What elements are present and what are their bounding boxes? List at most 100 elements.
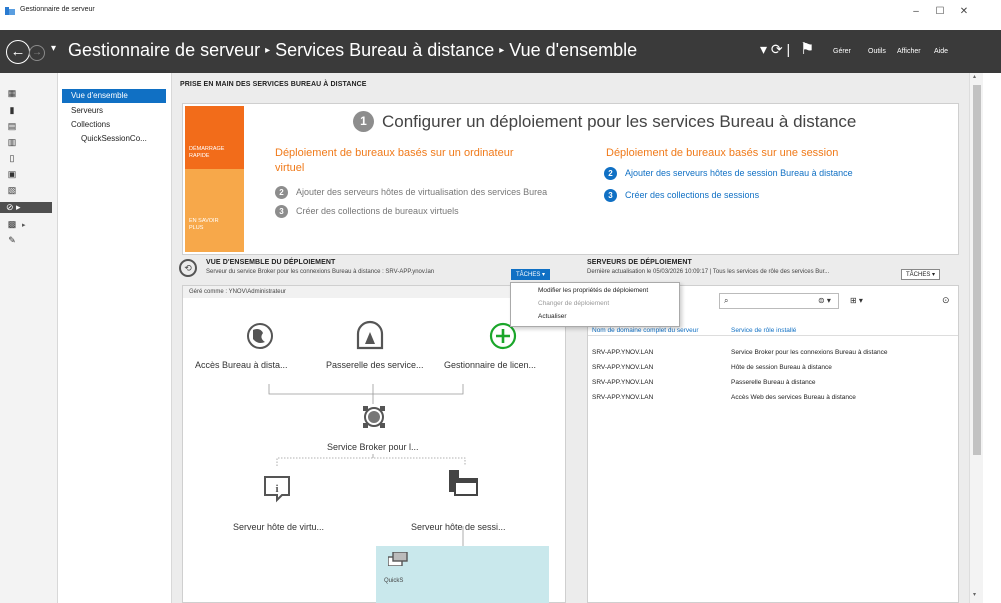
notifications-flag-icon[interactable]: ⚑	[800, 39, 814, 59]
session-host-icon[interactable]	[449, 470, 478, 496]
licensing-add-icon[interactable]	[489, 322, 517, 350]
nav-item-servers[interactable]: Serveurs	[62, 104, 166, 118]
left-icon-rail: ▦ ▮ ▤ ▥ ▯ ▣ ▧ ⊘ ▸ ▩ ▸ ✎	[0, 73, 58, 603]
iis-icon[interactable]: ▧	[6, 185, 18, 196]
all-servers-icon[interactable]: ▤	[6, 121, 18, 132]
table-row-4-role[interactable]: Accès Web des services Bureau à distance	[731, 394, 856, 401]
deployment-overview-icon: ⟲	[179, 259, 197, 277]
collection-tile[interactable]: QuickS	[376, 546, 549, 603]
learn-more-label-1: EN SAVOIR	[189, 218, 219, 224]
local-server-icon[interactable]: ▮	[6, 105, 18, 116]
ad-ds-icon[interactable]: ▥	[6, 137, 18, 148]
scroll-up-icon[interactable]: ▴	[973, 73, 976, 80]
server-manager-app-icon	[5, 7, 15, 15]
connection-broker-icon[interactable]	[363, 406, 385, 428]
virtualization-host-icon[interactable]: i	[264, 476, 290, 503]
breadcrumb-item-server-manager[interactable]: Gestionnaire de serveur	[68, 40, 260, 60]
search-icon: ⌕	[724, 296, 729, 305]
tasks-label: TÂCHES	[906, 272, 931, 278]
gateway-icon[interactable]	[356, 320, 384, 350]
session-step-add-hosts[interactable]: 2 Ajouter des serveurs hôtes de session B…	[604, 167, 853, 180]
menu-item-change-deployment: Changer de déploiement	[538, 300, 610, 307]
rds-navigation: Vue d'ensemble Serveurs Collections Quic…	[58, 73, 172, 603]
back-button[interactable]: ←	[6, 40, 30, 64]
table-row-2-server[interactable]: SRV-APP.YNOV.LAN	[592, 364, 653, 371]
deployment-tasks-button[interactable]: TÂCHES ▾	[511, 269, 551, 280]
menu-item-edit-deployment-properties[interactable]: Modifier les propriétés de déploiement	[538, 287, 648, 294]
session-step-create-collections-text: Créer des collections de sessions	[625, 190, 760, 200]
window-title: Gestionnaire de serveur	[20, 6, 95, 13]
nav-item-quicksession-collection[interactable]: QuickSessionCo...	[62, 132, 166, 146]
main-content: PRISE EN MAIN DES SERVICES BUREAU À DIST…	[172, 73, 969, 603]
step-number-badge: 3	[604, 189, 617, 202]
menu-view[interactable]: Afficher	[897, 48, 921, 55]
column-header-role-service[interactable]: Service de rôle installé	[731, 327, 796, 334]
learn-more-tile[interactable]: EN SAVOIR PLUS	[185, 169, 244, 252]
quickstart-headline: 1 Configurer un déploiement pour les serv…	[353, 111, 856, 132]
quickstart-panel: DÉMARRAGE RAPIDE EN SAVOIR PLUS 1 Configu…	[182, 103, 959, 255]
scrollbar-thumb[interactable]	[973, 85, 981, 455]
vdi-deployment-title[interactable]: Déploiement de bureaux basés sur un ordi…	[275, 146, 513, 176]
step-number-badge: 3	[275, 205, 288, 218]
table-row-2-role[interactable]: Hôte de session Bureau à distance	[731, 364, 832, 371]
minimize-button[interactable]: –	[906, 4, 926, 20]
forward-button[interactable]: →	[29, 45, 45, 61]
window-title-bar: Gestionnaire de serveur – ☐ ✕	[0, 0, 1001, 30]
table-row-3-server[interactable]: SRV-APP.YNOV.LAN	[592, 379, 653, 386]
step-number-badge: 2	[604, 167, 617, 180]
breadcrumb-separator-icon: ▸	[499, 45, 505, 56]
save-query-dropdown-icon[interactable]: ⊞ ▾	[850, 296, 863, 305]
tasks-dropdown-menu: Modifier les propriétés de déploiement C…	[510, 282, 680, 327]
menu-item-refresh[interactable]: Actualiser	[538, 313, 567, 320]
breadcrumb-separator-icon: ▸	[265, 45, 271, 56]
vertical-scrollbar[interactable]: ▴ ▾	[969, 73, 983, 603]
web-access-icon[interactable]	[247, 323, 273, 349]
expand-arrow-icon[interactable]: ▸	[22, 221, 26, 229]
nav-item-collections[interactable]: Collections	[62, 118, 166, 132]
node-label-virtualization-host[interactable]: Serveur hôte de virtu...	[233, 522, 324, 532]
vdi-title-line-2: virtuel	[275, 162, 305, 174]
column-header-server-fqdn[interactable]: Nom de domaine complet du serveur	[592, 327, 699, 334]
vdi-step-create-collections-text: Créer des collections de bureaux virtuel…	[296, 206, 459, 216]
table-row-1-server[interactable]: SRV-APP.YNOV.LAN	[592, 349, 653, 356]
dns-icon[interactable]: ▯	[6, 153, 18, 164]
node-label-session-host[interactable]: Serveur hôte de sessi...	[411, 522, 506, 532]
menu-tools[interactable]: Outils	[868, 48, 886, 55]
expand-circle-icon[interactable]: ⊙	[942, 295, 950, 306]
refresh-icon[interactable]: ▾ ⟳ |	[760, 41, 790, 58]
nav-item-overview[interactable]: Vue d'ensemble	[62, 89, 166, 103]
breadcrumb-item-rds[interactable]: Services Bureau à distance	[275, 40, 494, 60]
rds-icon[interactable]: ⊘ ▸	[0, 202, 52, 213]
chevron-down-icon: ▾	[542, 272, 546, 278]
deployment-overview-subtitle: Serveur du service Broker pour les conne…	[206, 269, 435, 275]
node-label-web-access[interactable]: Accès Bureau à dista...	[195, 360, 288, 370]
file-services-icon[interactable]: ▣	[6, 169, 18, 180]
table-row-3-role[interactable]: Passerelle Bureau à distance	[731, 379, 816, 386]
servers-tasks-button[interactable]: TÂCHES ▾	[901, 269, 941, 280]
quickstart-tile[interactable]: DÉMARRAGE RAPIDE	[185, 106, 244, 169]
step-number-badge: 2	[275, 186, 288, 199]
maximize-button[interactable]: ☐	[930, 4, 950, 20]
scroll-down-icon[interactable]: ▾	[973, 591, 976, 598]
collection-icon	[388, 552, 408, 566]
tools-icon[interactable]: ✎	[6, 235, 18, 246]
node-label-gateway[interactable]: Passerelle des service...	[326, 360, 424, 370]
learn-more-label-2: PLUS	[189, 225, 204, 231]
dashboard-icon[interactable]: ▦	[6, 88, 18, 99]
deployment-overview-title: VUE D'ENSEMBLE DU DÉPLOIEMENT	[206, 259, 336, 266]
close-button[interactable]: ✕	[954, 4, 974, 20]
app-header: ← → ▾ Gestionnaire de serveur ▸ Services B…	[0, 30, 1001, 73]
menu-help[interactable]: Aide	[934, 48, 948, 55]
node-label-broker[interactable]: Service Broker pour l...	[327, 442, 419, 452]
wsus-icon[interactable]: ▩	[6, 219, 18, 230]
menu-manage[interactable]: Gérer	[833, 48, 851, 55]
deployment-servers-subtitle: Dernière actualisation le 05/03/2026 10:…	[587, 269, 830, 275]
table-row-4-server[interactable]: SRV-APP.YNOV.LAN	[592, 394, 653, 401]
table-row-1-role[interactable]: Service Broker pour les connexions Burea…	[731, 349, 887, 356]
history-dropdown-icon[interactable]: ▾	[51, 43, 56, 54]
node-label-licensing[interactable]: Gestionnaire de licen...	[444, 360, 536, 370]
quickstart-section-title: PRISE EN MAIN DES SERVICES BUREAU À DIST…	[180, 81, 367, 88]
session-step-create-collections[interactable]: 3 Créer des collections de sessions	[604, 189, 759, 202]
list-options-dropdown-icon[interactable]: ⊜ ▾	[818, 296, 831, 305]
session-deployment-title[interactable]: Déploiement de bureaux basés sur une ses…	[606, 146, 838, 161]
